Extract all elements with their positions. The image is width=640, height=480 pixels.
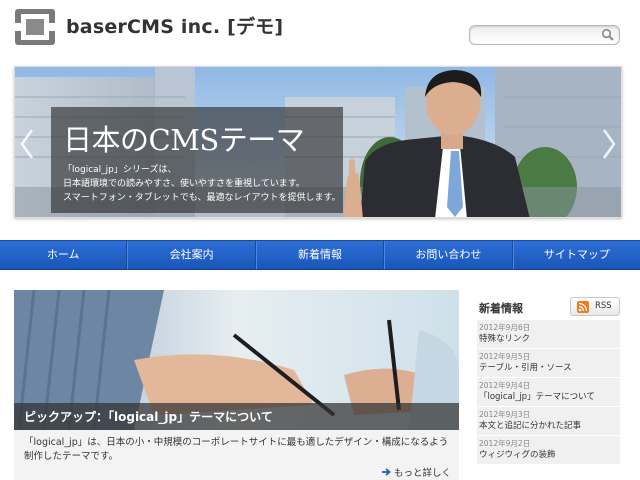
search-input[interactable] <box>476 28 596 42</box>
news-title[interactable]: 本文と追記に分かれた記事 <box>479 420 618 433</box>
rss-label: RSS <box>595 301 612 311</box>
news-date: 2012年9月3日 <box>479 410 531 419</box>
hero-text-line: 「logical_jp」シリーズは、 <box>63 165 177 175</box>
site-header: baserCMS inc. [デモ] <box>0 0 640 62</box>
news-date: 2012年9月6日 <box>479 323 531 332</box>
news-date: 2012年9月2日 <box>479 439 531 448</box>
news-date: 2012年9月4日 <box>479 381 531 390</box>
news-title[interactable]: テーブル・引用・ソース <box>479 362 618 375</box>
list-item[interactable]: 2012年9月4日 「logical_jp」テーマについて <box>477 378 620 406</box>
search-box[interactable] <box>469 25 620 45</box>
nav-item-contact[interactable]: お問い合わせ <box>384 241 513 269</box>
news-widget: 新着情報 RSS 2012年9月6日 特殊なリンク 2012年9月5日 テーブル… <box>477 292 620 480</box>
site-title[interactable]: baserCMS inc. [デモ] <box>66 12 283 39</box>
search-icon[interactable] <box>601 28 615 42</box>
hero-description: 「logical_jp」シリーズは、 日本語環境での読みやすさ、使いやすさを重視… <box>63 163 341 205</box>
logo-icon[interactable] <box>14 8 56 46</box>
hero-slider: 日本のCMSテーマ 「logical_jp」シリーズは、 日本語環境での読みやす… <box>14 66 622 218</box>
list-item[interactable]: 2012年9月2日 ウィジウィグの装飾 <box>477 436 620 464</box>
hero-text-line: 日本語環境での読みやすさ、使いやすさを重視しています。 <box>63 179 305 189</box>
list-item[interactable]: 2012年9月5日 テーブル・引用・ソース <box>477 349 620 377</box>
global-nav: ホーム 会社案内 新着情報 お問い合わせ サイトマップ <box>0 240 640 270</box>
pickup-description: 「logical_jp」は、日本の小・中規模のコーポレートサイトに最も適したデザ… <box>24 437 449 462</box>
news-title[interactable]: 「logical_jp」テーマについて <box>479 391 618 404</box>
rss-button[interactable]: RSS <box>570 297 620 316</box>
hero-title: 日本のCMSテーマ <box>63 123 305 157</box>
nav-item-sitemap[interactable]: サイトマップ <box>512 241 640 269</box>
news-title[interactable]: ウィジウィグの装飾 <box>479 449 618 462</box>
news-title[interactable]: 特殊なリンク <box>479 333 618 346</box>
rss-icon <box>577 301 589 313</box>
list-item[interactable]: 2012年9月6日 特殊なリンク <box>477 320 620 348</box>
nav-item-home[interactable]: ホーム <box>0 241 128 269</box>
list-item[interactable]: 2012年9月3日 本文と追記に分かれた記事 <box>477 407 620 435</box>
more-link[interactable]: もっと詳しく <box>381 465 451 479</box>
arrow-right-icon <box>381 468 391 476</box>
hero-text-line: スマートフォン・タブレットでも、最適なレイアウトを提供します。 <box>63 193 341 203</box>
chevron-left-icon[interactable] <box>19 127 35 161</box>
news-heading: 新着情報 <box>479 302 523 315</box>
nav-item-news[interactable]: 新着情報 <box>255 241 385 269</box>
pickup-title[interactable]: ピックアップ：「logical_jp」テーマについて <box>24 408 273 425</box>
news-date: 2012年9月5日 <box>479 352 531 361</box>
news-list: 2012年9月6日 特殊なリンク 2012年9月5日 テーブル・引用・ソース 2… <box>477 320 620 465</box>
chevron-right-icon[interactable] <box>601 127 617 161</box>
more-link-label: もっと詳しく <box>393 468 451 479</box>
pickup-section: ピックアップ：「logical_jp」テーマについて 「logical_jp」は… <box>14 290 459 480</box>
nav-item-company[interactable]: 会社案内 <box>127 241 256 269</box>
